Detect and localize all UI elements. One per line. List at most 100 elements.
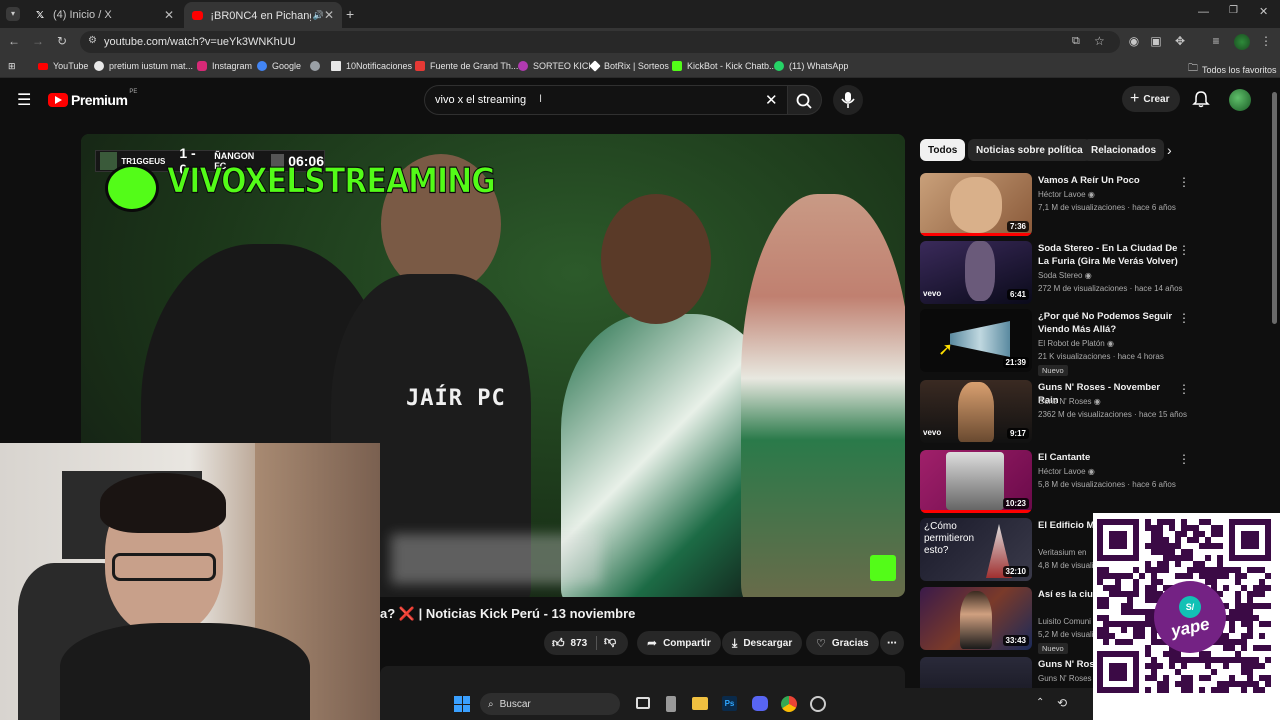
restore-window-icon[interactable]: ❐ [1229,5,1238,16]
bookmark-pretium[interactable]: pretium iustum mat... [94,61,193,71]
close-tab-icon[interactable]: ✕ [164,8,174,22]
reading-list-icon[interactable]: ≡ [1208,34,1224,48]
rec-menu-icon[interactable]: ⋮ [1178,311,1190,325]
recommendation-item[interactable]: vevo 9:17 Guns N' Roses - November Rain … [920,380,1200,444]
bookmark-kickbot[interactable]: KickBot - Kick Chatb... [672,61,777,71]
taskbar-search-box[interactable]: ⌕ Buscar [480,693,620,715]
rec-menu-icon[interactable]: ⋮ [1178,382,1190,396]
bookmark-gta-source[interactable]: Fuente de Grand Th... [415,61,518,71]
new-tab-button[interactable]: + [346,6,354,22]
close-tab-icon[interactable]: ✕ [324,8,334,22]
address-bar[interactable]: ⚙ youtube.com/watch?v=ueYk3WNKhUU ⧉ ☆ [80,31,1120,53]
site-info-icon[interactable]: ⚙ [88,35,97,46]
reload-icon[interactable]: ↻ [54,34,70,48]
youtube-premium-logo[interactable]: Premium PE [48,89,137,108]
cast-icon[interactable]: ⧉ [1072,35,1080,48]
apps-grid-icon[interactable]: ⊞ [8,61,16,72]
video-thumbnail[interactable]: vevo 9:17 [920,380,1032,443]
qr-module [1211,573,1217,579]
forward-arrow-icon[interactable]: → [30,34,46,48]
bookmark-instagram[interactable]: Instagram [197,61,252,71]
more-actions-icon[interactable]: ⋯ [880,631,904,655]
show-hidden-icons-chevron[interactable]: ⌃ [1036,697,1044,708]
thumbs-down-icon[interactable]: 👎︎ [604,634,616,649]
account-avatar[interactable] [1229,89,1251,111]
rec-menu-icon[interactable]: ⋮ [1178,243,1190,257]
create-button[interactable]: + Crear [1122,86,1181,112]
recommendation-item[interactable]: 10:23 El Cantante Héctor Lavoe ◉ 5,8 M d… [920,450,1200,514]
tab-search-chevron-icon[interactable]: ▾ [6,7,20,21]
rec-menu-icon[interactable]: ⋮ [1178,452,1190,466]
rec-channel[interactable]: Luisito Comuni [1038,617,1091,626]
chrome-icon[interactable] [781,696,797,712]
all-bookmarks-folder[interactable]: 🗀 Todos los favoritos [1188,61,1277,78]
tray-app-icon[interactable]: ⟲ [1057,696,1067,710]
tab-x-home[interactable]: 𝕏 (4) Inicio / X ✕ [26,2,182,28]
chip-all[interactable]: Todos [920,139,966,161]
rec-channel[interactable]: Guns N' Roses [1038,674,1092,683]
bookmark-star-icon[interactable]: ☆ [1094,34,1105,48]
rec-channel[interactable]: Veritasium en [1038,548,1086,557]
minimize-window-icon[interactable]: — [1198,6,1209,18]
audio-playing-icon[interactable]: 🔊 [313,10,324,21]
windows-start-icon[interactable] [454,696,470,712]
thanks-button[interactable]: ♡ Gracias [806,631,879,655]
bookmark-sorteo-kick[interactable]: SORTEO KICK [518,61,594,71]
profile-avatar[interactable] [1234,34,1250,50]
extension-wallet-icon[interactable]: ▣ [1148,34,1164,48]
extension-shield-icon[interactable]: ◉ [1126,34,1142,48]
recommendation-item[interactable]: 7:36 Vamos A Reír Un Poco Héctor Lavoe ◉… [920,173,1200,237]
page-scrollbar-thumb[interactable] [1272,92,1277,324]
app-icon[interactable] [666,696,676,712]
bookmark-unnamed[interactable] [310,61,325,71]
clear-search-icon[interactable]: ✕ [765,91,778,109]
task-view-icon[interactable] [636,697,650,709]
bookmark-google[interactable]: Google [257,61,301,71]
bookmark-botrix[interactable]: BotRix | Sorteos [589,60,669,72]
video-thumbnail[interactable]: ¿Cómo permitieron esto? 32:10 [920,518,1032,581]
browser-menu-icon[interactable]: ⋮ [1258,34,1274,48]
bookmark-whatsapp[interactable]: (11) WhatsApp [774,61,848,71]
bookmark-youtube[interactable]: YouTube [38,61,88,71]
photoshop-icon[interactable]: Ps [722,696,737,711]
chip-politics-news[interactable]: Noticias sobre política [968,139,1091,161]
video-thumbnail[interactable]: 10:23 [920,450,1032,513]
close-window-icon[interactable]: ✕ [1259,5,1268,18]
discord-icon[interactable] [752,696,768,711]
notifications-bell-icon[interactable] [1192,90,1210,113]
video-thumbnail[interactable] [920,657,1032,688]
hamburger-menu-icon[interactable]: ☰ [17,90,31,110]
qr-module [1235,615,1241,621]
tab-youtube-video[interactable]: ¡BR0NC4 en Pichanga! 🔴 🔊 ✕ [184,2,342,28]
rec-channel[interactable]: Héctor Lavoe ◉ [1038,467,1095,476]
bookmark-label: YouTube [53,61,89,71]
like-button[interactable]: 👍︎ 873 [544,631,596,655]
video-thumbnail[interactable]: ➚ 21:39 [920,309,1032,372]
qr-module [1157,663,1163,669]
chip-related[interactable]: Relacionados [1083,139,1165,161]
bookmark-10notificaciones[interactable]: 10Notificaciones [331,61,412,71]
rec-channel[interactable]: Soda Stereo ◉ [1038,271,1092,280]
app-icon[interactable] [810,696,826,712]
file-explorer-icon[interactable] [692,697,708,710]
share-button[interactable]: ➦ Compartir [637,631,721,655]
voice-search-button[interactable] [833,85,863,115]
download-button[interactable]: ⤓ Descargar [722,631,803,655]
rec-channel[interactable]: El Robot de Platón ◉ [1038,339,1114,348]
back-arrow-icon[interactable]: ← [6,34,22,48]
chips-next-chevron-icon[interactable]: › [1167,142,1172,158]
rec-menu-icon[interactable]: ⋮ [1178,175,1190,189]
rec-channel[interactable]: Héctor Lavoe ◉ [1038,190,1095,199]
video-thumbnail[interactable]: vevo 6:41 [920,241,1032,304]
video-thumbnail[interactable]: 7:36 [920,173,1032,236]
create-label: Crear [1143,93,1170,105]
qr-module [1157,561,1163,567]
description-panel[interactable] [380,666,905,688]
search-button[interactable] [788,85,822,115]
video-thumbnail[interactable]: 33:43 [920,587,1032,650]
recommendation-item[interactable]: ➚ 21:39 ¿Por qué No Podemos Seguir Viend… [920,309,1200,376]
extensions-puzzle-icon[interactable]: ✥ [1172,34,1188,48]
rec-channel[interactable]: Guns N' Roses ◉ [1038,397,1101,406]
recommendation-item[interactable]: vevo 6:41 Soda Stereo - En La Ciudad De … [920,241,1200,305]
search-input[interactable]: vivo x el streaming I ✕ [424,85,788,115]
